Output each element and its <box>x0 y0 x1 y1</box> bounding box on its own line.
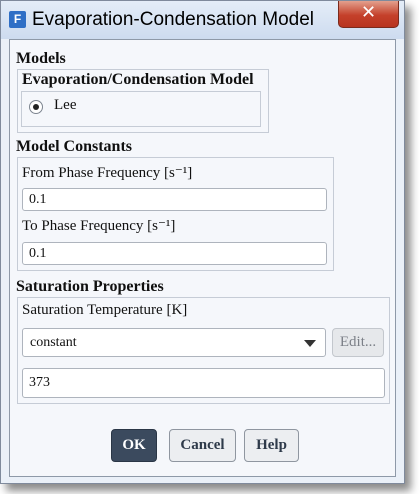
from-phase-frequency-input[interactable]: 0.1 <box>22 188 327 211</box>
saturation-method-select[interactable]: constant <box>22 328 326 357</box>
radio-selected-dot <box>33 104 39 110</box>
from-phase-frequency-label: From Phase Frequency [s⁻¹] <box>22 165 193 181</box>
constants-group-title: Model Constants <box>16 138 133 155</box>
models-group-title: Models <box>16 50 66 67</box>
close-button[interactable]: ✕ <box>338 1 399 28</box>
cancel-button[interactable]: Cancel <box>169 429 236 462</box>
saturation-method-value: constant <box>30 335 77 350</box>
app-icon: F <box>9 11 26 28</box>
evap-cond-model-title: Evaporation/Condensation Model <box>22 71 254 88</box>
saturation-temperature-input[interactable]: 373 <box>22 368 385 398</box>
dropdown-arrow-icon[interactable] <box>304 340 316 347</box>
edit-button[interactable]: Edit... <box>332 328 384 357</box>
saturation-temperature-label: Saturation Temperature [K] <box>22 302 188 318</box>
ok-button[interactable]: OK <box>111 429 157 462</box>
to-phase-frequency-input[interactable]: 0.1 <box>22 242 327 265</box>
window-title: Evaporation-Condensation Model <box>32 9 315 30</box>
dialog-content: Models Evaporation/Condensation Model Le… <box>9 39 396 477</box>
to-phase-frequency-label: To Phase Frequency [s⁻¹] <box>22 218 176 234</box>
dialog-window: F Evaporation-Condensation Model ✕ Model… <box>0 0 405 484</box>
lee-label[interactable]: Lee <box>54 97 76 114</box>
title-bar[interactable]: F Evaporation-Condensation Model ✕ <box>1 1 404 39</box>
lee-radio[interactable] <box>29 100 43 114</box>
help-button[interactable]: Help <box>244 429 299 462</box>
saturation-group-title: Saturation Properties <box>16 278 164 295</box>
